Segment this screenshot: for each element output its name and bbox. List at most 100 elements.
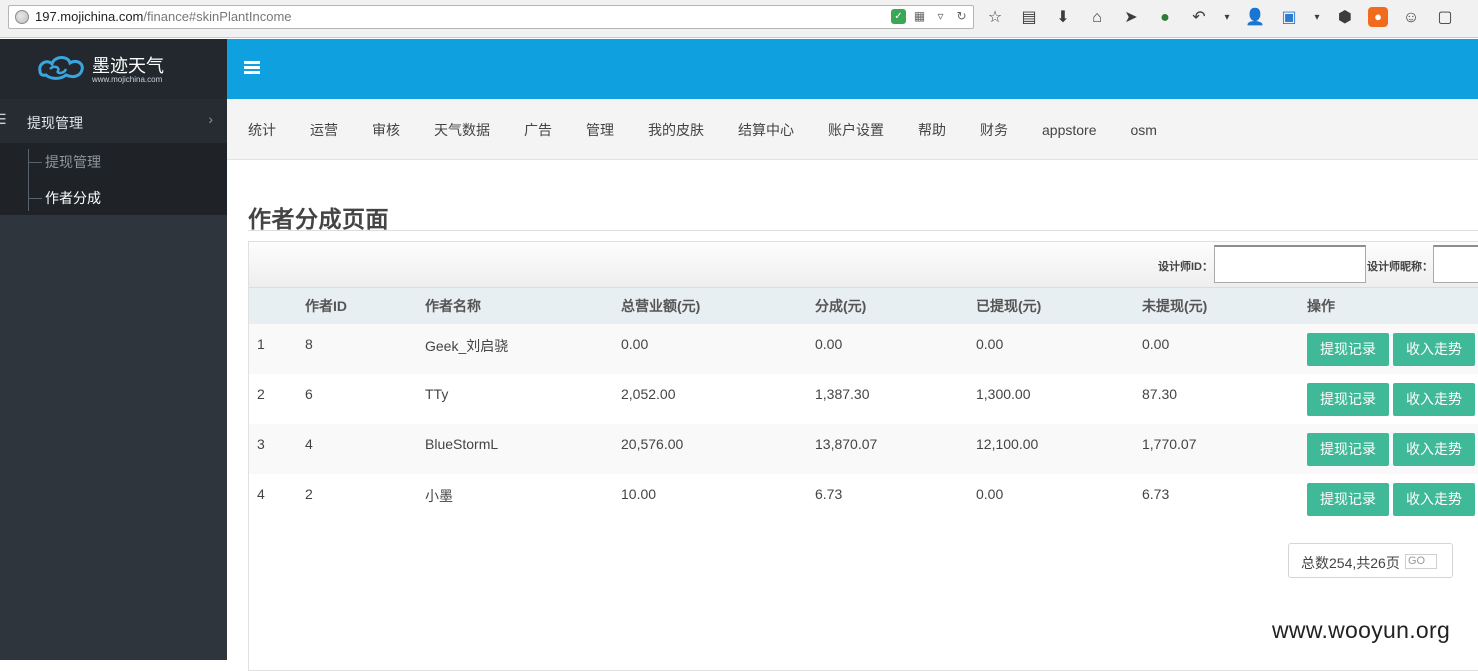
cell-total: 2,052.00	[621, 386, 676, 402]
adblock-icon[interactable]: ⬢	[1334, 7, 1356, 29]
nav-item-finance[interactable]: 财务	[959, 120, 1008, 140]
nav-item-operation[interactable]: 运营	[289, 120, 338, 140]
withdraw-record-button[interactable]: 提现记录	[1307, 383, 1389, 416]
income-trend-button[interactable]: 收入走势	[1393, 483, 1475, 516]
chat-icon[interactable]: ☺	[1400, 7, 1422, 29]
shield-check-icon[interactable]: ✓	[891, 9, 906, 24]
user-icon[interactable]: 👤	[1244, 7, 1266, 29]
pagination: 总数254,共26页 GO	[1288, 543, 1453, 578]
cell-withdrawn: 0.00	[976, 336, 1004, 352]
address-url[interactable]: 197.mojichina.com/finance#skinPlantIncom…	[35, 9, 292, 24]
col-header-actions: 操作	[1307, 298, 1335, 314]
address-bar[interactable]: 197.mojichina.com/finance#skinPlantIncom…	[8, 5, 974, 29]
cell-share: 6.73	[815, 486, 843, 502]
watermark: www.wooyun.org	[1272, 617, 1451, 643]
undo-icon[interactable]: ↶	[1188, 7, 1210, 29]
dropdown-arrow-icon[interactable]: ▿	[933, 9, 948, 24]
chevron-right-icon: ›	[208, 111, 213, 127]
main-content: 作者分成页面 设计师ID： 设计师昵称： 作者ID 作者名称 总营业额(元) 分…	[227, 160, 1478, 671]
nav-item-settlement[interactable]: 结算中心	[717, 120, 794, 140]
nav-item-stats[interactable]: 统计	[227, 120, 276, 140]
withdraw-record-button[interactable]: 提现记录	[1307, 483, 1389, 516]
cell-author-id: 6	[305, 386, 313, 402]
window-icon[interactable]: ▢	[1434, 7, 1456, 29]
income-trend-button[interactable]: 收入走势	[1393, 383, 1475, 416]
cell-author-name: TTy	[425, 386, 449, 402]
url-path: /finance#skinPlantIncome	[143, 9, 292, 24]
nav-item-manage[interactable]: 管理	[565, 120, 614, 140]
bookmark-star-icon[interactable]: ☆	[984, 7, 1006, 29]
qr-code-icon[interactable]: ▦	[912, 9, 927, 24]
nav-item-ads[interactable]: 广告	[503, 120, 552, 140]
sidebar-item-author-share[interactable]: 作者分成	[28, 187, 101, 209]
col-header-index	[249, 288, 305, 324]
sidebar-item-label: 作者分成	[45, 190, 101, 206]
designer-nick-input[interactable]	[1433, 245, 1478, 283]
nav-item-weather-data[interactable]: 天气数据	[413, 120, 490, 140]
nav-item-osm[interactable]: osm	[1109, 122, 1156, 138]
withdraw-record-button[interactable]: 提现记录	[1307, 433, 1389, 466]
income-trend-button[interactable]: 收入走势	[1393, 433, 1475, 466]
nav-item-appstore[interactable]: appstore	[1021, 122, 1096, 138]
designer-nick-label: 设计师昵称：	[1367, 261, 1433, 273]
cell-actions: 提现记录 收入走势	[1307, 424, 1478, 474]
withdraw-record-button[interactable]: 提现记录	[1307, 333, 1389, 366]
nav-item-my-skins[interactable]: 我的皮肤	[627, 120, 704, 140]
cell-pending: 87.30	[1142, 386, 1178, 402]
cell-actions: 提现记录 收入走势	[1307, 374, 1478, 424]
author-share-table: 作者ID 作者名称 总营业额(元) 分成(元) 已提现(元) 未提现(元) 操作…	[249, 288, 1478, 524]
cell-index: 2	[257, 386, 265, 402]
url-host: 197.mojichina.com	[35, 9, 144, 24]
cell-index: 1	[257, 336, 265, 352]
sidebar-group-label: 提现管理	[27, 115, 83, 131]
cell-index: 3	[257, 436, 265, 452]
extension-badge-icon[interactable]: ●	[1368, 7, 1388, 27]
col-header-pending: 未提现(元)	[1142, 298, 1208, 314]
go-page-button[interactable]: GO	[1405, 554, 1437, 569]
designer-id-label: 设计师ID：	[1158, 261, 1213, 273]
cell-author-name: Geek_刘启骁	[425, 338, 509, 354]
pagination-summary: 总数254,共26页	[1301, 555, 1400, 571]
sidebar-item-withdraw-manage[interactable]: 提现管理	[28, 151, 101, 173]
download-icon[interactable]: ⬇	[1052, 7, 1074, 29]
hamburger-menu-icon[interactable]	[244, 61, 260, 74]
extension-shield-icon[interactable]: ●	[1154, 7, 1176, 29]
clipboard-icon[interactable]: ▤	[1018, 7, 1040, 29]
col-header-author-name: 作者名称	[425, 298, 481, 314]
cell-author-name: 小墨	[425, 488, 453, 504]
nav-item-account-settings[interactable]: 账户设置	[807, 120, 884, 140]
cell-total: 0.00	[621, 336, 649, 352]
top-header	[227, 39, 1478, 99]
cell-withdrawn: 1,300.00	[976, 386, 1031, 402]
designer-id-input[interactable]	[1214, 245, 1366, 283]
globe-icon	[15, 10, 29, 24]
chevron-down-icon[interactable]: ▾	[1222, 7, 1232, 29]
cell-author-id: 4	[305, 436, 313, 452]
cell-actions: 提现记录 收入走势	[1307, 474, 1478, 524]
translate-icon[interactable]: ▣	[1278, 7, 1300, 29]
cell-index: 4	[257, 486, 265, 502]
cell-author-id: 2	[305, 486, 313, 502]
sidebar-item-label: 提现管理	[45, 154, 101, 170]
income-trend-button[interactable]: 收入走势	[1393, 333, 1475, 366]
table-row: 1 8 Geek_刘启骁 0.00 0.00 0.00 0.00 提现记录 收入走…	[249, 324, 1478, 374]
table-header-row: 作者ID 作者名称 总营业额(元) 分成(元) 已提现(元) 未提现(元) 操作	[249, 288, 1478, 324]
home-icon[interactable]: ⌂	[1086, 7, 1108, 29]
sidebar-group-withdraw[interactable]: ☰ 提现管理 ›	[0, 99, 227, 143]
cell-share: 0.00	[815, 336, 843, 352]
cell-withdrawn: 0.00	[976, 486, 1004, 502]
logo-area[interactable]: 墨迹天气 www.mojichina.com	[0, 39, 227, 99]
nav-item-review[interactable]: 审核	[351, 120, 400, 140]
sidebar-submenu: 提现管理 作者分成	[0, 143, 227, 215]
send-icon[interactable]: ➤	[1120, 7, 1142, 29]
reload-icon[interactable]: ↻	[954, 9, 969, 24]
browser-toolbar: 197.mojichina.com/finance#skinPlantIncom…	[0, 0, 1478, 38]
col-header-total: 总营业额(元)	[621, 298, 701, 314]
chevron-down-icon[interactable]: ▾	[1312, 7, 1322, 29]
nav-item-help[interactable]: 帮助	[897, 120, 946, 140]
menu-list-icon: ☰	[0, 111, 7, 127]
logo-url: www.mojichina.com	[92, 75, 163, 84]
table-row: 3 4 BlueStormL 20,576.00 13,870.07 12,10…	[249, 424, 1478, 474]
table-row: 4 2 小墨 10.00 6.73 0.00 6.73 提现记录 收入走势	[249, 474, 1478, 524]
col-header-withdrawn: 已提现(元)	[976, 298, 1042, 314]
